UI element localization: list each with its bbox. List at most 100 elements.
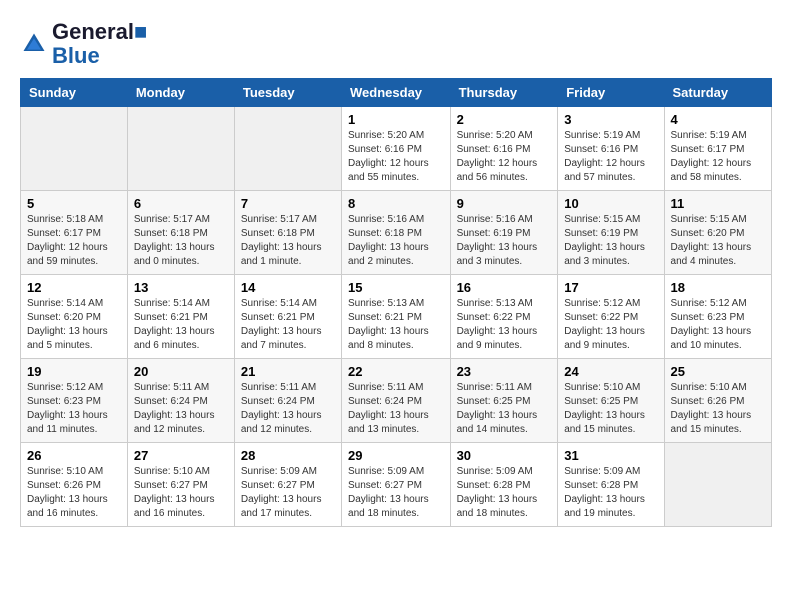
day-info: Sunrise: 5:16 AM Sunset: 6:19 PM Dayligh… [457, 213, 552, 269]
calendar-cell: 20Sunrise: 5:11 AM Sunset: 6:24 PM Dayli… [127, 359, 234, 443]
calendar-cell: 6 Sunrise: 5:17 AM Sunset: 6:18 PM Daylig… [127, 191, 234, 275]
day-info: Sunrise: 5:11 AM Sunset: 6:24 PM Dayligh… [134, 381, 228, 437]
day-number: 14 [241, 280, 335, 295]
calendar-cell: 29 Sunrise: 5:09 AM Sunset: 6:27 PM Dayli… [342, 443, 451, 527]
day-info: Sunrise: 5:16 AM Sunset: 6:18 PM Dayligh… [348, 213, 444, 269]
calendar-cell: 5Sunrise: 5:18 AM Sunset: 6:17 PM Daylig… [21, 191, 128, 275]
day-number: 17 [564, 280, 657, 295]
day-info: Sunrise: 5:10 AM Sunset: 6:26 PM Dayligh… [27, 465, 121, 521]
day-info: Sunrise: 5:11 AM Sunset: 6:25 PM Dayligh… [457, 381, 552, 437]
calendar-cell: 14 Sunrise: 5:14 AM Sunset: 6:21 PM Dayli… [234, 275, 341, 359]
day-info: Sunrise: 5:15 AM Sunset: 6:20 PM Dayligh… [671, 213, 765, 269]
day-number: 2 [457, 112, 552, 127]
day-info: Sunrise: 5:19 AM Sunset: 6:17 PM Dayligh… [671, 129, 765, 185]
calendar-cell: 30 Sunrise: 5:09 AM Sunset: 6:28 PM Dayli… [450, 443, 558, 527]
page-header: General■Blue [20, 20, 772, 68]
day-number: 6 [134, 196, 228, 211]
calendar-cell: 31 Sunrise: 5:09 AM Sunset: 6:28 PM Dayli… [558, 443, 664, 527]
day-info: Sunrise: 5:13 AM Sunset: 6:21 PM Dayligh… [348, 297, 444, 353]
day-number: 13 [134, 280, 228, 295]
day-info: Sunrise: 5:11 AM Sunset: 6:24 PM Dayligh… [348, 381, 444, 437]
day-number: 10 [564, 196, 657, 211]
calendar-cell [234, 107, 341, 191]
day-number: 30 [457, 448, 552, 463]
day-info: Sunrise: 5:14 AM Sunset: 6:20 PM Dayligh… [27, 297, 121, 353]
day-info: Sunrise: 5:09 AM Sunset: 6:28 PM Dayligh… [457, 465, 552, 521]
day-number: 5 [27, 196, 121, 211]
calendar-cell: 3Sunrise: 5:19 AM Sunset: 6:16 PM Daylig… [558, 107, 664, 191]
day-info: Sunrise: 5:20 AM Sunset: 6:16 PM Dayligh… [348, 129, 444, 185]
day-number: 19 [27, 364, 121, 379]
weekday-header: Thursday [450, 79, 558, 107]
calendar-header-row: SundayMondayTuesdayWednesdayThursdayFrid… [21, 79, 772, 107]
day-number: 28 [241, 448, 335, 463]
logo: General■Blue [20, 20, 147, 68]
calendar-cell [127, 107, 234, 191]
day-number: 24 [564, 364, 657, 379]
day-number: 3 [564, 112, 657, 127]
day-number: 29 [348, 448, 444, 463]
day-number: 22 [348, 364, 444, 379]
day-info: Sunrise: 5:17 AM Sunset: 6:18 PM Dayligh… [134, 213, 228, 269]
day-info: Sunrise: 5:11 AM Sunset: 6:24 PM Dayligh… [241, 381, 335, 437]
calendar-cell: 7Sunrise: 5:17 AM Sunset: 6:18 PM Daylig… [234, 191, 341, 275]
day-info: Sunrise: 5:13 AM Sunset: 6:22 PM Dayligh… [457, 297, 552, 353]
calendar-cell: 15 Sunrise: 5:13 AM Sunset: 6:21 PM Dayli… [342, 275, 451, 359]
day-number: 31 [564, 448, 657, 463]
calendar-week-row: 26 Sunrise: 5:10 AM Sunset: 6:26 PM Dayli… [21, 443, 772, 527]
logo-icon [20, 30, 48, 58]
weekday-header: Monday [127, 79, 234, 107]
calendar-cell: 19 Sunrise: 5:12 AM Sunset: 6:23 PM Dayli… [21, 359, 128, 443]
calendar-cell: 27 Sunrise: 5:10 AM Sunset: 6:27 PM Dayli… [127, 443, 234, 527]
day-info: Sunrise: 5:10 AM Sunset: 6:27 PM Dayligh… [134, 465, 228, 521]
day-number: 4 [671, 112, 765, 127]
day-info: Sunrise: 5:10 AM Sunset: 6:25 PM Dayligh… [564, 381, 657, 437]
calendar-cell: 12 Sunrise: 5:14 AM Sunset: 6:20 PM Dayli… [21, 275, 128, 359]
calendar-week-row: 1 Sunrise: 5:20 AM Sunset: 6:16 PM Daylig… [21, 107, 772, 191]
calendar-cell: 17 Sunrise: 5:12 AM Sunset: 6:22 PM Dayli… [558, 275, 664, 359]
calendar-cell: 24 Sunrise: 5:10 AM Sunset: 6:25 PM Dayli… [558, 359, 664, 443]
day-info: Sunrise: 5:20 AM Sunset: 6:16 PM Dayligh… [457, 129, 552, 185]
day-info: Sunrise: 5:12 AM Sunset: 6:22 PM Dayligh… [564, 297, 657, 353]
calendar-cell [21, 107, 128, 191]
weekday-header: Sunday [21, 79, 128, 107]
day-info: Sunrise: 5:17 AM Sunset: 6:18 PM Dayligh… [241, 213, 335, 269]
calendar-cell: 10 Sunrise: 5:15 AM Sunset: 6:19 PM Dayli… [558, 191, 664, 275]
day-info: Sunrise: 5:14 AM Sunset: 6:21 PM Dayligh… [134, 297, 228, 353]
day-info: Sunrise: 5:09 AM Sunset: 6:28 PM Dayligh… [564, 465, 657, 521]
weekday-header: Friday [558, 79, 664, 107]
calendar-week-row: 12 Sunrise: 5:14 AM Sunset: 6:20 PM Dayli… [21, 275, 772, 359]
calendar-cell: 18 Sunrise: 5:12 AM Sunset: 6:23 PM Dayli… [664, 275, 771, 359]
day-number: 12 [27, 280, 121, 295]
day-number: 1 [348, 112, 444, 127]
day-info: Sunrise: 5:12 AM Sunset: 6:23 PM Dayligh… [27, 381, 121, 437]
day-number: 16 [457, 280, 552, 295]
day-info: Sunrise: 5:09 AM Sunset: 6:27 PM Dayligh… [241, 465, 335, 521]
logo-text: General■Blue [52, 20, 147, 68]
day-number: 27 [134, 448, 228, 463]
calendar-cell: 1 Sunrise: 5:20 AM Sunset: 6:16 PM Daylig… [342, 107, 451, 191]
calendar-cell: 26 Sunrise: 5:10 AM Sunset: 6:26 PM Dayli… [21, 443, 128, 527]
day-number: 23 [457, 364, 552, 379]
calendar-cell: 13 Sunrise: 5:14 AM Sunset: 6:21 PM Dayli… [127, 275, 234, 359]
calendar-cell: 11 Sunrise: 5:15 AM Sunset: 6:20 PM Dayli… [664, 191, 771, 275]
day-info: Sunrise: 5:12 AM Sunset: 6:23 PM Dayligh… [671, 297, 765, 353]
day-number: 18 [671, 280, 765, 295]
day-number: 11 [671, 196, 765, 211]
day-number: 26 [27, 448, 121, 463]
calendar-cell: 2 Sunrise: 5:20 AM Sunset: 6:16 PM Daylig… [450, 107, 558, 191]
day-number: 15 [348, 280, 444, 295]
day-number: 9 [457, 196, 552, 211]
day-info: Sunrise: 5:14 AM Sunset: 6:21 PM Dayligh… [241, 297, 335, 353]
day-info: Sunrise: 5:09 AM Sunset: 6:27 PM Dayligh… [348, 465, 444, 521]
weekday-header: Wednesday [342, 79, 451, 107]
day-info: Sunrise: 5:15 AM Sunset: 6:19 PM Dayligh… [564, 213, 657, 269]
calendar-cell: 22 Sunrise: 5:11 AM Sunset: 6:24 PM Dayli… [342, 359, 451, 443]
calendar-week-row: 19 Sunrise: 5:12 AM Sunset: 6:23 PM Dayli… [21, 359, 772, 443]
calendar-cell: 16 Sunrise: 5:13 AM Sunset: 6:22 PM Dayli… [450, 275, 558, 359]
calendar-table: SundayMondayTuesdayWednesdayThursdayFrid… [20, 78, 772, 527]
weekday-header: Tuesday [234, 79, 341, 107]
calendar-cell [664, 443, 771, 527]
calendar-cell: 23 Sunrise: 5:11 AM Sunset: 6:25 PM Dayli… [450, 359, 558, 443]
day-number: 8 [348, 196, 444, 211]
